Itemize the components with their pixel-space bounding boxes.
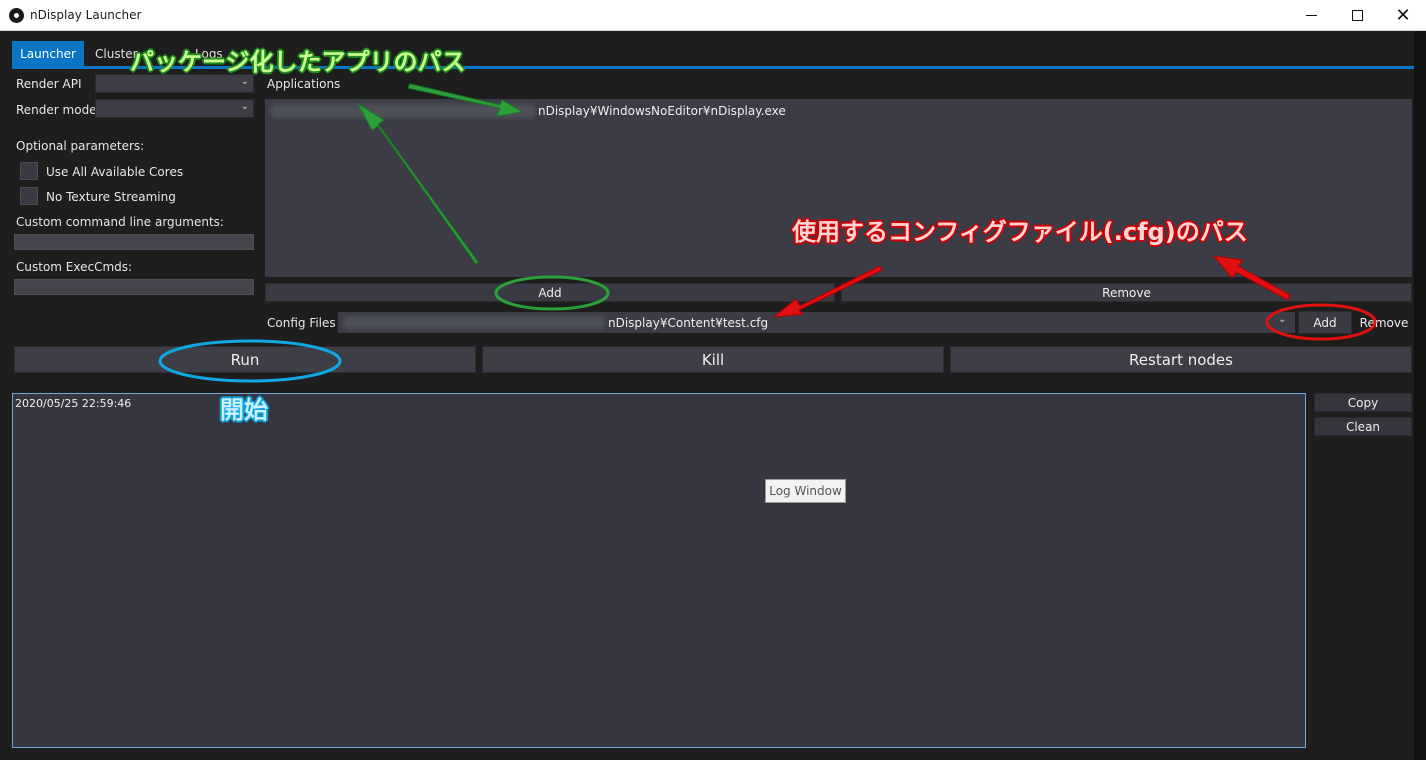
custom-cmd-input[interactable] xyxy=(14,234,254,250)
chevron-down-icon: ⌄ xyxy=(240,76,249,87)
blurred-path-prefix xyxy=(343,316,605,329)
optional-params-label: Optional parameters: xyxy=(16,139,145,153)
window-title: nDisplay Launcher xyxy=(30,8,142,22)
log-window[interactable] xyxy=(12,393,1306,748)
render-api-label: Render API xyxy=(16,77,82,91)
tooltip-text: Log Window xyxy=(769,484,842,498)
minimize-button[interactable] xyxy=(1288,0,1334,31)
maximize-icon xyxy=(1351,10,1363,21)
add-application-label: Add xyxy=(538,285,562,300)
maximize-button[interactable] xyxy=(1334,0,1380,31)
remove-application-button[interactable]: Remove xyxy=(841,283,1412,302)
add-config-label: Add xyxy=(1313,315,1337,330)
close-icon: ✕ xyxy=(1395,4,1411,26)
run-button[interactable]: Run xyxy=(14,346,476,373)
log-window-tooltip: Log Window xyxy=(765,479,846,503)
config-files-label: Config Files xyxy=(267,316,336,330)
restart-nodes-button[interactable]: Restart nodes xyxy=(950,346,1412,373)
applications-list[interactable] xyxy=(265,99,1412,277)
no-texture-streaming-label: No Texture Streaming xyxy=(46,190,176,204)
use-all-cores-label: Use All Available Cores xyxy=(46,165,184,179)
remove-config-button[interactable]: Remove xyxy=(1356,311,1412,334)
close-button[interactable]: ✕ xyxy=(1380,0,1426,31)
render-mode-select[interactable]: ⌄ xyxy=(95,99,254,118)
run-label: Run xyxy=(230,350,260,369)
applications-label: Applications xyxy=(267,77,341,91)
add-config-button[interactable]: Add xyxy=(1298,311,1352,334)
kill-label: Kill xyxy=(701,350,725,369)
chevron-down-icon[interactable]: ⌄ xyxy=(1278,314,1286,325)
window-edge xyxy=(1414,31,1426,760)
minimize-icon xyxy=(1305,15,1317,16)
clean-log-label: Clean xyxy=(1345,419,1381,434)
remove-config-label: Remove xyxy=(1359,315,1409,330)
copy-log-label: Copy xyxy=(1347,395,1379,410)
run-annotation: 開始 xyxy=(220,396,268,424)
copy-log-button[interactable]: Copy xyxy=(1314,393,1412,412)
restart-nodes-label: Restart nodes xyxy=(1129,350,1233,369)
custom-execcmds-input[interactable] xyxy=(14,279,254,295)
custom-cmd-label: Custom command line arguments: xyxy=(16,215,224,229)
application-path[interactable]: nDisplay¥WindowsNoEditor¥nDisplay.exe xyxy=(538,104,786,118)
blurred-path-prefix xyxy=(270,104,536,118)
kill-button[interactable]: Kill xyxy=(482,346,944,373)
chevron-down-icon: ⌄ xyxy=(240,101,249,112)
render-mode-label: Render mode xyxy=(16,103,97,117)
clean-log-button[interactable]: Clean xyxy=(1314,417,1412,436)
log-timestamp: 2020/05/25 22:59:46 xyxy=(15,397,132,410)
tab-launcher[interactable]: Launcher xyxy=(12,41,84,67)
app-icon xyxy=(9,8,24,23)
app-path-annotation: パッケージ化したアプリのパス xyxy=(130,48,466,76)
config-path-annotation: 使用するコンフィグファイル(.cfg)のパス xyxy=(792,218,1248,246)
config-path: nDisplay¥Content¥test.cfg xyxy=(608,316,769,330)
use-all-cores-checkbox[interactable] xyxy=(20,162,38,180)
tab-launcher-label: Launcher xyxy=(20,47,76,61)
remove-application-label: Remove xyxy=(1102,285,1151,300)
custom-execcmds-label: Custom ExecCmds: xyxy=(16,260,133,274)
no-texture-streaming-checkbox[interactable] xyxy=(20,187,38,205)
title-bar: nDisplay Launcher ✕ xyxy=(0,0,1426,31)
add-application-button[interactable]: Add xyxy=(265,283,835,302)
